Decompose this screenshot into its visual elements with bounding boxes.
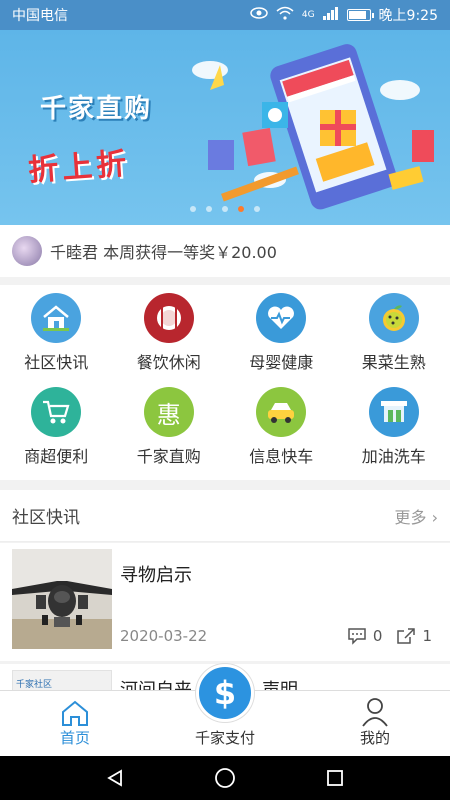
back-icon[interactable]: [105, 768, 125, 788]
category-supermarket[interactable]: 商超便利: [0, 387, 113, 481]
carousel-dot[interactable]: [222, 206, 228, 212]
category-label: 社区快讯: [24, 353, 89, 372]
house-icon: [31, 293, 82, 343]
category-label: 果菜生熟: [361, 353, 426, 372]
category-community-news[interactable]: 社区快讯: [0, 293, 113, 387]
hui-icon: 惠: [143, 387, 194, 437]
news-thumbnail: [12, 549, 112, 649]
category-label: 母婴健康: [249, 353, 314, 372]
shopping-illustration: [192, 44, 434, 210]
gas-station-icon: [368, 387, 419, 437]
thumb-caption: 千家社区: [16, 680, 53, 690]
comment-count[interactable]: 0: [347, 627, 383, 645]
chevron-right-icon: ›: [431, 507, 438, 527]
cart-icon: [31, 387, 82, 437]
avatar: [12, 236, 42, 266]
share-count-value: 1: [422, 627, 432, 645]
nav-pay-label: 千家支付: [194, 729, 255, 747]
banner-title: 千家直购: [40, 94, 153, 124]
dollar-icon: $: [213, 674, 237, 712]
category-fruits-veg[interactable]: 果菜生熟: [338, 293, 450, 387]
clock-label: 晚上9:25: [378, 8, 438, 24]
comment-count-value: 0: [372, 627, 383, 645]
category-label: 信息快车: [249, 447, 314, 466]
winner-notice[interactable]: 千睦君 本周获得一等奖￥20.00: [0, 225, 450, 277]
share-count[interactable]: 1: [396, 627, 432, 645]
category-label: 千家直购: [136, 447, 201, 466]
news-item[interactable]: 寻物启示 2020-03-22 0 1: [0, 543, 450, 661]
category-info-express[interactable]: 信息快车: [225, 387, 338, 481]
carousel-dot[interactable]: [206, 206, 212, 212]
nav-home-label: 首页: [59, 729, 90, 747]
share-icon: [397, 628, 416, 644]
carousel-dot[interactable]: [254, 206, 260, 212]
eye-icon: [250, 7, 268, 23]
home-icon: [62, 700, 88, 726]
news-date: 2020-03-22: [120, 627, 208, 645]
battery-icon: [346, 9, 374, 21]
recents-icon[interactable]: [325, 768, 345, 788]
category-grid: 社区快讯 餐饮休闲 母婴健康 果菜生熟 商超便利 惠 千家直购 信息快车 加油洗…: [0, 285, 450, 480]
system-navigation-bar: [0, 756, 450, 800]
fruit-icon: [368, 293, 419, 343]
wifi-icon: [276, 6, 294, 24]
category-direct-purchase[interactable]: 惠 千家直购: [113, 387, 226, 481]
nav-home[interactable]: 首页: [0, 691, 150, 756]
signal-icon: [322, 6, 339, 24]
news-title: 寻物启示: [120, 565, 192, 586]
category-label: 加油洗车: [361, 447, 426, 466]
carousel-indicators[interactable]: [0, 206, 450, 212]
nav-profile-label: 我的: [359, 729, 390, 747]
category-gas-carwash[interactable]: 加油洗车: [338, 387, 450, 481]
category-label: 餐饮休闲: [136, 353, 201, 372]
fork-knife-icon: [143, 293, 194, 343]
carrier-label: 中国电信: [12, 8, 68, 24]
carousel-dot[interactable]: [190, 206, 196, 212]
category-maternal-health[interactable]: 母婴健康: [225, 293, 338, 387]
status-bar: 中国电信 4G 晚上9:25: [0, 0, 450, 30]
section-title: 社区快讯: [12, 508, 80, 528]
banner-promo-text: 折上折: [27, 146, 132, 189]
car-icon: [256, 387, 307, 437]
home-circle-icon[interactable]: [214, 767, 236, 789]
carousel-dot-active[interactable]: [238, 206, 244, 212]
promo-banner[interactable]: 千家直购 折上折: [0, 30, 450, 225]
more-link[interactable]: 更多 ›: [394, 504, 438, 528]
pay-button[interactable]: $: [196, 664, 254, 722]
heart-pulse-icon: [256, 293, 307, 343]
nav-profile[interactable]: 我的: [300, 691, 450, 756]
person-icon: [362, 698, 388, 727]
notice-text: 千睦君 本周获得一等奖￥20.00: [50, 243, 277, 262]
network-type-label: 4G: [301, 10, 315, 20]
category-dining[interactable]: 餐饮休闲: [113, 293, 226, 387]
category-label: 商超便利: [24, 447, 89, 466]
news-section-header: 社区快讯 更多 ›: [0, 490, 450, 542]
more-label: 更多: [394, 507, 427, 527]
comment-icon: [348, 628, 366, 645]
